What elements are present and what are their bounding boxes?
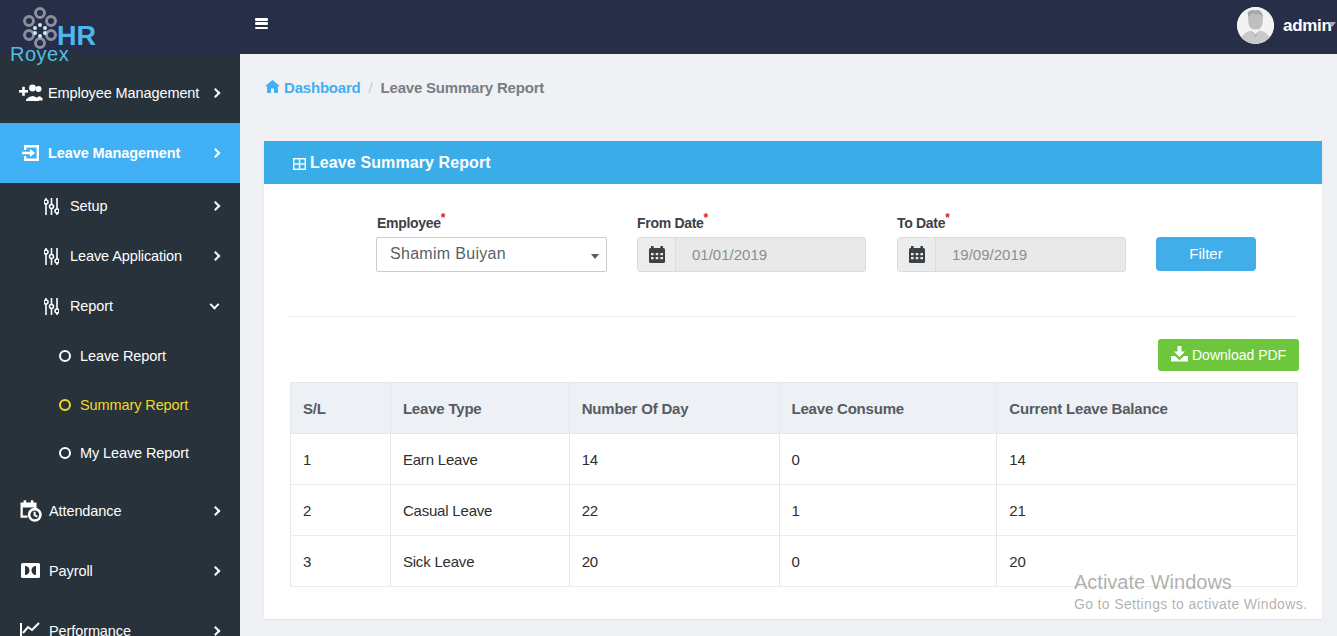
svg-text:Royex: Royex (10, 43, 69, 65)
